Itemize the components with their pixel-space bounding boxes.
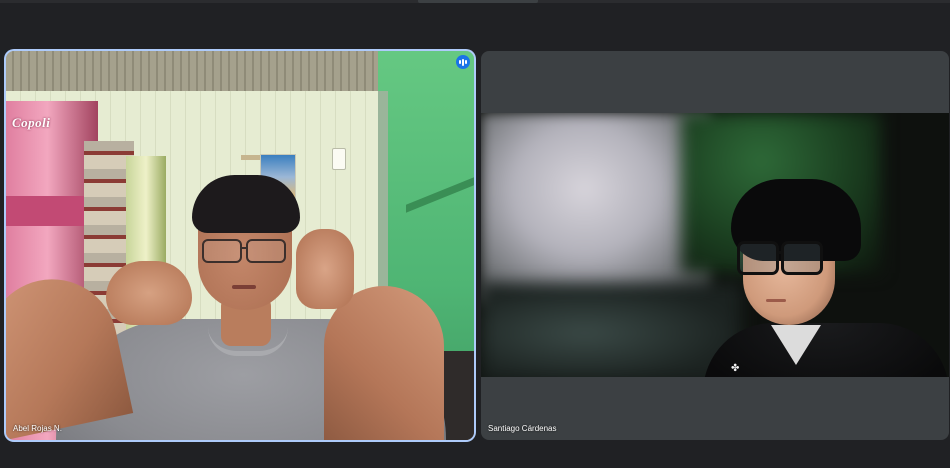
top-strip-hint — [418, 0, 538, 3]
top-strip — [0, 0, 950, 3]
person-glasses — [737, 241, 837, 275]
wall-switch — [332, 148, 346, 170]
person-hair — [192, 175, 300, 233]
person-hand-right — [296, 229, 354, 309]
participant-video-santiago: ✤ — [481, 113, 949, 377]
participant-name-santiago: Santiago Cárdenas — [488, 424, 557, 433]
person-glasses — [202, 239, 288, 263]
person-mouth — [766, 299, 786, 302]
participant-tile-abel[interactable]: Copoli Abel Rojas N. — [6, 51, 474, 440]
participant-tile-santiago[interactable]: ✤ Santiago Cárdenas — [481, 51, 949, 440]
person-mouth — [232, 285, 256, 289]
furniture-edge — [444, 351, 474, 440]
person-arm-right — [324, 286, 444, 440]
mattress-brand-text: Copoli — [12, 115, 51, 130]
background-lower — [481, 283, 741, 377]
ceiling — [6, 51, 406, 91]
jacket-logo-icon: ✤ — [731, 363, 740, 374]
person-hand-left — [106, 261, 192, 325]
audio-wave-icon — [456, 55, 470, 69]
participant-name-abel: Abel Rojas N. — [13, 424, 62, 433]
person-jacket — [703, 323, 949, 377]
participant-video-abel: Copoli — [6, 51, 474, 440]
meeting-stage: Copoli Abel Rojas N. ✤ Santiago Cárdenas — [0, 0, 950, 468]
background-window — [481, 113, 711, 303]
